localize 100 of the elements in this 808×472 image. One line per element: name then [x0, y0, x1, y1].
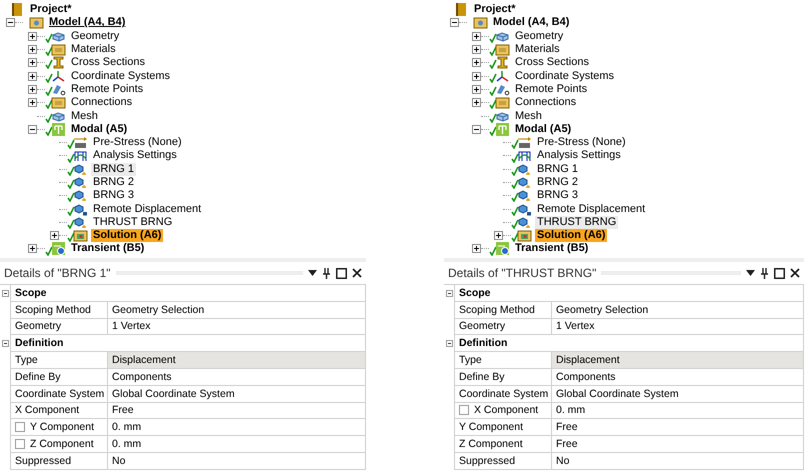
expander-toggle[interactable]: [28, 98, 37, 108]
tree-item[interactable]: BRNG 3: [91, 189, 136, 202]
property-value[interactable]: No: [108, 452, 366, 470]
tree-item[interactable]: Coordinate Systems: [69, 70, 172, 83]
tree-item[interactable]: Project*: [472, 3, 518, 16]
expander-toggle[interactable]: [472, 45, 481, 54]
expander-toggle[interactable]: [472, 244, 481, 254]
tree-item[interactable]: Mesh: [513, 110, 544, 123]
tree-item[interactable]: Transient (B5): [69, 242, 146, 256]
expander-toggle[interactable]: [28, 84, 37, 94]
tree-item[interactable]: Connections: [69, 96, 134, 110]
expander-toggle[interactable]: [472, 98, 481, 108]
expander-toggle[interactable]: [28, 124, 37, 134]
tree-item[interactable]: Coordinate Systems: [513, 70, 616, 83]
expander-toggle[interactable]: [472, 58, 481, 68]
tree-item[interactable]: Transient (B5): [513, 242, 590, 256]
expander-toggle[interactable]: [50, 231, 59, 240]
expander-toggle[interactable]: [28, 32, 37, 41]
tree-item[interactable]: Project*: [28, 3, 74, 16]
tree-item[interactable]: THRUST BRNG: [91, 216, 174, 229]
tree-item[interactable]: BRNG 1: [535, 162, 580, 176]
tree-item[interactable]: Geometry: [513, 30, 566, 43]
tree-item[interactable]: Modal (A5): [513, 122, 574, 136]
pin-icon[interactable]: [322, 268, 331, 278]
tree-item[interactable]: Analysis Settings: [535, 149, 623, 162]
property-value[interactable]: Geometry Selection: [108, 302, 366, 319]
folder-icon: [73, 229, 88, 242]
tree-item[interactable]: Solution (A6): [91, 229, 164, 242]
close-icon[interactable]: [352, 268, 362, 278]
property-label: Define By: [459, 370, 505, 383]
property-value[interactable]: Global Coordinate System: [552, 386, 804, 403]
tree-item[interactable]: Geometry: [69, 30, 122, 43]
checkbox[interactable]: [459, 405, 469, 416]
tree-item[interactable]: Cross Sections: [513, 56, 591, 70]
property-value[interactable]: 1 Vertex: [552, 318, 804, 336]
expander-toggle[interactable]: [28, 45, 37, 54]
dropdown-icon[interactable]: [308, 270, 317, 276]
property-label: X Component: [474, 404, 538, 416]
tree-item[interactable]: BRNG 3: [535, 189, 580, 202]
tree-item[interactable]: Materials: [69, 43, 118, 56]
property-label: Geometry: [459, 320, 506, 332]
expander-toggle[interactable]: [472, 32, 481, 41]
support-icon: [517, 189, 532, 202]
close-icon[interactable]: [790, 268, 800, 278]
property-value[interactable]: Free: [108, 402, 366, 420]
expander-toggle[interactable]: [6, 18, 15, 28]
property-value[interactable]: 0. mm: [108, 436, 366, 453]
collapse-icon[interactable]: [446, 290, 452, 297]
tree-item[interactable]: Remote Displacement: [535, 202, 648, 216]
tree-item[interactable]: Pre-Stress (None): [91, 136, 184, 150]
collapse-icon[interactable]: [2, 340, 8, 348]
pin-icon[interactable]: [760, 268, 769, 278]
tree-item[interactable]: Modal (A5): [69, 122, 130, 136]
expander-toggle[interactable]: [472, 84, 481, 94]
property-value[interactable]: 0. mm: [552, 402, 804, 420]
checkbox[interactable]: [15, 422, 25, 432]
property-value[interactable]: Free: [552, 419, 804, 436]
property-value[interactable]: Free: [552, 436, 804, 453]
tree-item[interactable]: Model (A4, B4): [491, 16, 572, 30]
expander-toggle[interactable]: [494, 231, 503, 240]
tree-item[interactable]: Analysis Settings: [91, 149, 179, 162]
expander-toggle[interactable]: [450, 18, 459, 28]
tree-item[interactable]: BRNG 1: [91, 162, 136, 176]
property-value[interactable]: 1 Vertex: [108, 318, 366, 336]
property-value[interactable]: Components: [108, 368, 366, 386]
tree-item[interactable]: BRNG 2: [91, 176, 136, 189]
property-value[interactable]: Global Coordinate System: [108, 386, 366, 403]
property-value[interactable]: Displacement: [552, 352, 804, 369]
tree-item[interactable]: Model (A4, B4): [47, 16, 128, 30]
folder-icon: [51, 43, 66, 56]
tree-item[interactable]: Pre-Stress (None): [535, 136, 628, 150]
maximize-icon[interactable]: [336, 268, 347, 278]
tree-item[interactable]: Cross Sections: [69, 56, 147, 70]
expander-toggle[interactable]: [28, 72, 37, 81]
tree-item[interactable]: BRNG 2: [535, 176, 580, 189]
property-label: Suppressed: [459, 454, 516, 467]
remote-point-icon: [495, 82, 510, 96]
tree-item[interactable]: THRUST BRNG: [535, 216, 618, 229]
collapse-icon[interactable]: [2, 290, 8, 297]
tree-item[interactable]: Connections: [513, 96, 578, 110]
tree-item[interactable]: Remote Displacement: [91, 202, 204, 216]
expander-toggle[interactable]: [28, 58, 37, 68]
expander-toggle[interactable]: [472, 124, 481, 134]
tree-item[interactable]: Remote Points: [513, 82, 590, 96]
expander-toggle[interactable]: [28, 244, 37, 254]
maximize-icon[interactable]: [774, 268, 785, 278]
folder-icon: [517, 229, 532, 242]
tree-item[interactable]: Remote Points: [69, 82, 146, 96]
dropdown-icon[interactable]: [746, 270, 755, 276]
property-value[interactable]: Geometry Selection: [552, 302, 804, 319]
property-value[interactable]: 0. mm: [108, 419, 366, 436]
property-value[interactable]: Components: [552, 368, 804, 386]
tree-item[interactable]: Mesh: [69, 110, 100, 123]
checkbox[interactable]: [15, 439, 25, 450]
expander-toggle[interactable]: [472, 72, 481, 81]
tree-item[interactable]: Materials: [513, 43, 562, 56]
property-value[interactable]: No: [552, 452, 804, 470]
property-value[interactable]: Displacement: [108, 352, 366, 369]
collapse-icon[interactable]: [446, 340, 452, 348]
tree-item[interactable]: Solution (A6): [535, 229, 608, 242]
